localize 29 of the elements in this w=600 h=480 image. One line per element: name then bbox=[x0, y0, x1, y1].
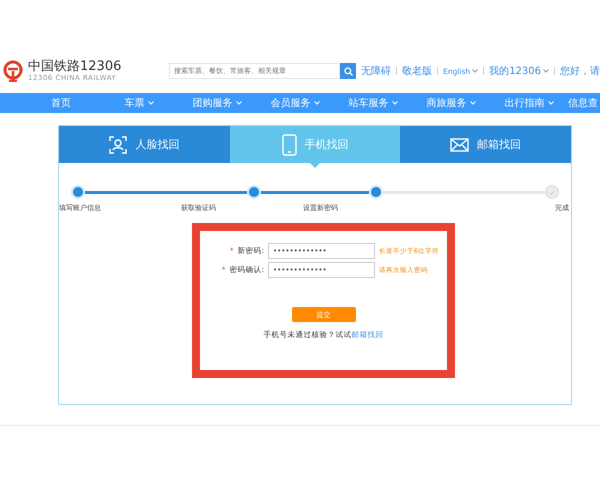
header-link[interactable]: 我的12306 bbox=[489, 64, 549, 78]
phone-icon bbox=[282, 134, 296, 156]
tab[interactable]: 人脸找回 bbox=[59, 126, 230, 163]
envelope-icon bbox=[450, 138, 470, 152]
nav-item[interactable]: 信息查 bbox=[568, 96, 598, 110]
caret-icon bbox=[236, 101, 242, 105]
site-title: 中国铁路12306 bbox=[28, 60, 122, 74]
header-link[interactable]: 您好，请 bbox=[560, 64, 600, 78]
nav-item[interactable]: 站车服务 bbox=[334, 96, 412, 110]
header-link[interactable]: 无障碍 bbox=[361, 64, 392, 78]
nav-item[interactable]: 首页 bbox=[22, 96, 100, 110]
nav-item[interactable]: 车票 bbox=[100, 96, 178, 110]
search-icon bbox=[344, 66, 353, 76]
nav-item[interactable]: 团购服务 bbox=[178, 96, 256, 110]
caret-icon bbox=[392, 101, 398, 105]
header-link[interactable]: 敬老版 bbox=[402, 64, 432, 78]
caret-icon bbox=[472, 69, 478, 73]
caret-icon bbox=[470, 101, 476, 105]
nav-item[interactable]: 会员服务 bbox=[256, 96, 334, 110]
railway-logo-icon bbox=[2, 60, 24, 82]
tab[interactable]: 邮箱找回 bbox=[400, 126, 572, 163]
search-button[interactable] bbox=[340, 63, 356, 79]
caret-icon bbox=[548, 101, 554, 105]
caret-icon bbox=[148, 101, 154, 105]
caret-icon bbox=[543, 69, 549, 73]
caret-icon bbox=[314, 101, 320, 105]
nav-item[interactable]: 商旅服务 bbox=[412, 96, 490, 110]
nav-item[interactable]: 出行指南 bbox=[490, 96, 568, 110]
face-scan-icon bbox=[109, 136, 128, 154]
